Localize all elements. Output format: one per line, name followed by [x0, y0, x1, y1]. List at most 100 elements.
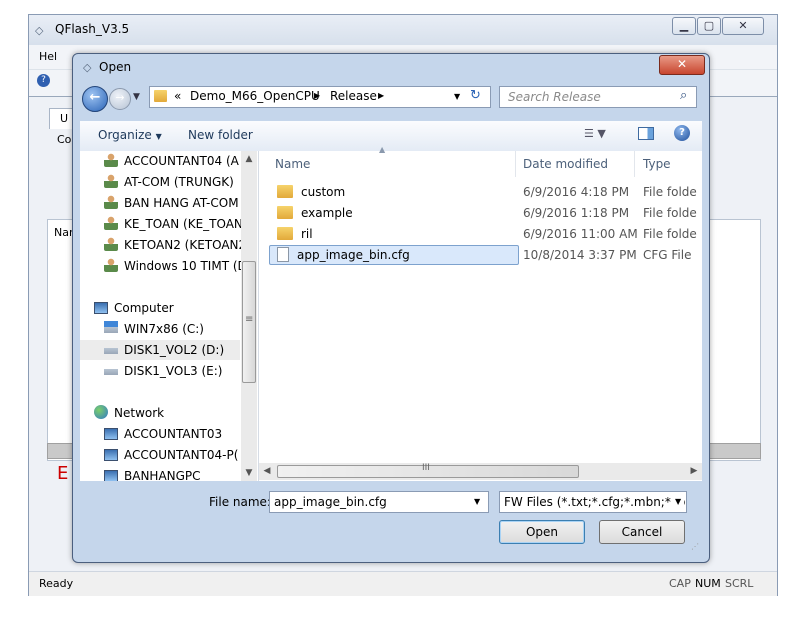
path-segment-release[interactable]: Release — [330, 89, 377, 103]
computer-icon — [104, 470, 118, 481]
scroll-thumb[interactable]: ≡ — [242, 261, 256, 383]
column-header-name[interactable]: Name — [275, 151, 310, 177]
filename-input[interactable]: app_image_bin.cfg ▼ — [269, 491, 489, 513]
nav-item-network-pc[interactable]: ACCOUNTANT03 — [104, 424, 222, 444]
folder-icon — [277, 206, 293, 219]
folder-icon — [154, 90, 167, 102]
column-divider — [634, 151, 635, 177]
nav-item-user[interactable]: KETOAN2 (KETOAN2 — [104, 235, 246, 255]
search-placeholder: Search Release — [508, 90, 601, 104]
nav-item-drive-c[interactable]: WIN7x86 (C:) — [104, 319, 204, 339]
view-options-icon[interactable]: ☰ ▼ — [584, 127, 606, 140]
file-date: 10/8/2014 3:37 PM — [523, 248, 637, 262]
column-headers: ▲ Name Date modified Type — [259, 145, 702, 179]
filename-label: File name: — [209, 495, 271, 509]
address-bar[interactable]: « Demo_M66_OpenCPU ▶ Release ▶ ▼ ↻ — [149, 86, 491, 108]
sort-indicator-icon: ▲ — [379, 145, 386, 154]
nav-item-drive-e[interactable]: DISK1_VOL3 (E:) — [104, 361, 222, 381]
search-icon[interactable]: ⌕ — [680, 88, 687, 103]
file-row[interactable]: example 6/9/2016 1:18 PM File folde — [265, 203, 699, 223]
filter-dropdown-icon[interactable]: ▼ — [672, 492, 685, 512]
nav-item-user[interactable]: BAN HANG AT-COM — [104, 193, 239, 213]
file-name-cell: app_image_bin.cfg — [277, 245, 517, 265]
help-icon[interactable]: ? — [674, 125, 690, 141]
navigation-pane: ACCOUNTANT04 (A AT-COM (TRUNGK) BAN HANG… — [80, 151, 259, 481]
file-date: 6/9/2016 11:00 AM — [523, 227, 638, 241]
nav-item-user[interactable]: AT-COM (TRUNGK) — [104, 172, 234, 192]
refresh-icon[interactable]: ↻ — [470, 88, 481, 103]
column-header-date[interactable]: Date modified — [523, 151, 608, 177]
scroll-right-icon[interactable]: ▶ — [686, 463, 702, 480]
nav-scrollbar[interactable]: ▲ ≡ ▼ — [241, 151, 257, 481]
menu-help[interactable]: Hel — [39, 50, 57, 63]
dialog-title: Open — [99, 60, 132, 74]
nav-item-label: WIN7x86 (C:) — [124, 322, 204, 336]
error-text: E — [57, 463, 69, 484]
tab-label: U — [60, 112, 69, 125]
filename-value: app_image_bin.cfg — [274, 495, 387, 509]
column-header-type[interactable]: Type — [643, 151, 671, 177]
file-name-cell: example — [277, 203, 517, 223]
nav-item-user[interactable]: Windows 10 TIMT (D — [104, 256, 247, 276]
maximize-button[interactable]: ▢ — [697, 17, 721, 35]
close-window-button[interactable]: ✕ — [722, 17, 764, 35]
path-overflow[interactable]: « — [174, 89, 181, 103]
address-dropdown-icon[interactable]: ▼ — [454, 92, 460, 101]
file-name: app_image_bin.cfg — [297, 248, 410, 262]
app-titlebar: ◇ QFlash_V3.5 ▁ ▢ ✕ — [29, 15, 777, 45]
nav-users-group: ACCOUNTANT04 (A AT-COM (TRUNGK) BAN HANG… — [80, 151, 247, 277]
path-segment-demo[interactable]: Demo_M66_OpenCPU — [190, 89, 320, 103]
folder-icon — [277, 185, 293, 198]
scroll-grip: III — [422, 463, 430, 473]
preview-pane-icon[interactable] — [638, 127, 654, 140]
user-icon — [104, 237, 118, 251]
nav-item-user[interactable]: ACCOUNTANT04 (A — [104, 151, 239, 171]
path-separator-icon[interactable]: ▶ — [314, 91, 320, 100]
search-box[interactable]: Search Release ⌕ — [499, 86, 697, 108]
nav-item-computer[interactable]: Computer — [94, 298, 174, 318]
scroll-thumb[interactable]: III — [277, 463, 579, 478]
file-name: example — [301, 206, 353, 220]
folder-icon — [277, 227, 293, 240]
scroll-down-icon[interactable]: ▼ — [241, 465, 257, 481]
recent-dropdown-icon[interactable]: ▼ — [133, 92, 140, 102]
file-type: CFG File — [643, 248, 692, 262]
file-row[interactable]: ril 6/9/2016 11:00 AM File folde — [265, 224, 699, 244]
file-row-selected[interactable]: app_image_bin.cfg 10/8/2014 3:37 PM CFG … — [265, 245, 699, 267]
scroll-left-icon[interactable]: ◀ — [259, 463, 275, 480]
file-date: 6/9/2016 1:18 PM — [523, 206, 630, 220]
minimize-button[interactable]: ▁ — [672, 17, 696, 35]
nav-item-drive-d[interactable]: DISK1_VOL2 (D:) — [80, 340, 240, 360]
file-hscrollbar[interactable]: ◀ III ▶ — [259, 463, 702, 480]
back-button[interactable]: ← — [82, 86, 108, 112]
new-folder-button[interactable]: New folder — [188, 128, 253, 142]
help-icon[interactable]: ? — [37, 74, 50, 87]
drive-icon — [104, 321, 118, 335]
column-divider — [515, 151, 516, 177]
nav-item-network-pc[interactable]: ACCOUNTANT04-P( — [104, 445, 238, 465]
resize-grip-icon[interactable]: ⋰ — [691, 542, 699, 551]
nav-item-network-pc[interactable]: BANHANGPC — [104, 466, 201, 481]
organize-label: Organize — [98, 128, 152, 142]
nav-item-label: DISK1_VOL2 (D:) — [124, 343, 225, 357]
open-button[interactable]: Open — [499, 520, 585, 544]
file-type-filter[interactable]: FW Files (*.txt;*.cfg;*.mbn;*.lod, ▼ — [499, 491, 687, 513]
drive-icon — [104, 342, 118, 356]
nav-item-network[interactable]: Network — [94, 403, 164, 423]
user-icon — [104, 258, 118, 272]
forward-button[interactable]: → — [109, 88, 131, 110]
file-type: File folde — [643, 206, 697, 220]
file-row[interactable]: custom 6/9/2016 4:18 PM File folde — [265, 182, 699, 202]
organize-button[interactable]: Organize ▼ — [98, 128, 162, 142]
path-separator-icon[interactable]: ▶ — [378, 91, 384, 100]
nav-item-label: KETOAN2 (KETOAN2 — [124, 238, 247, 252]
scroll-up-icon[interactable]: ▲ — [241, 151, 257, 167]
cancel-button[interactable]: Cancel — [599, 520, 685, 544]
nav-item-label: BANHANGPC — [124, 469, 201, 481]
computer-icon — [104, 428, 118, 440]
file-name: custom — [301, 185, 346, 199]
dialog-close-button[interactable]: ✕ — [659, 55, 705, 75]
nav-item-user[interactable]: KE_TOAN (KE_TOAN — [104, 214, 243, 234]
filename-dropdown-icon[interactable]: ▼ — [474, 492, 480, 512]
scroll-grip: ≡ — [245, 314, 254, 325]
